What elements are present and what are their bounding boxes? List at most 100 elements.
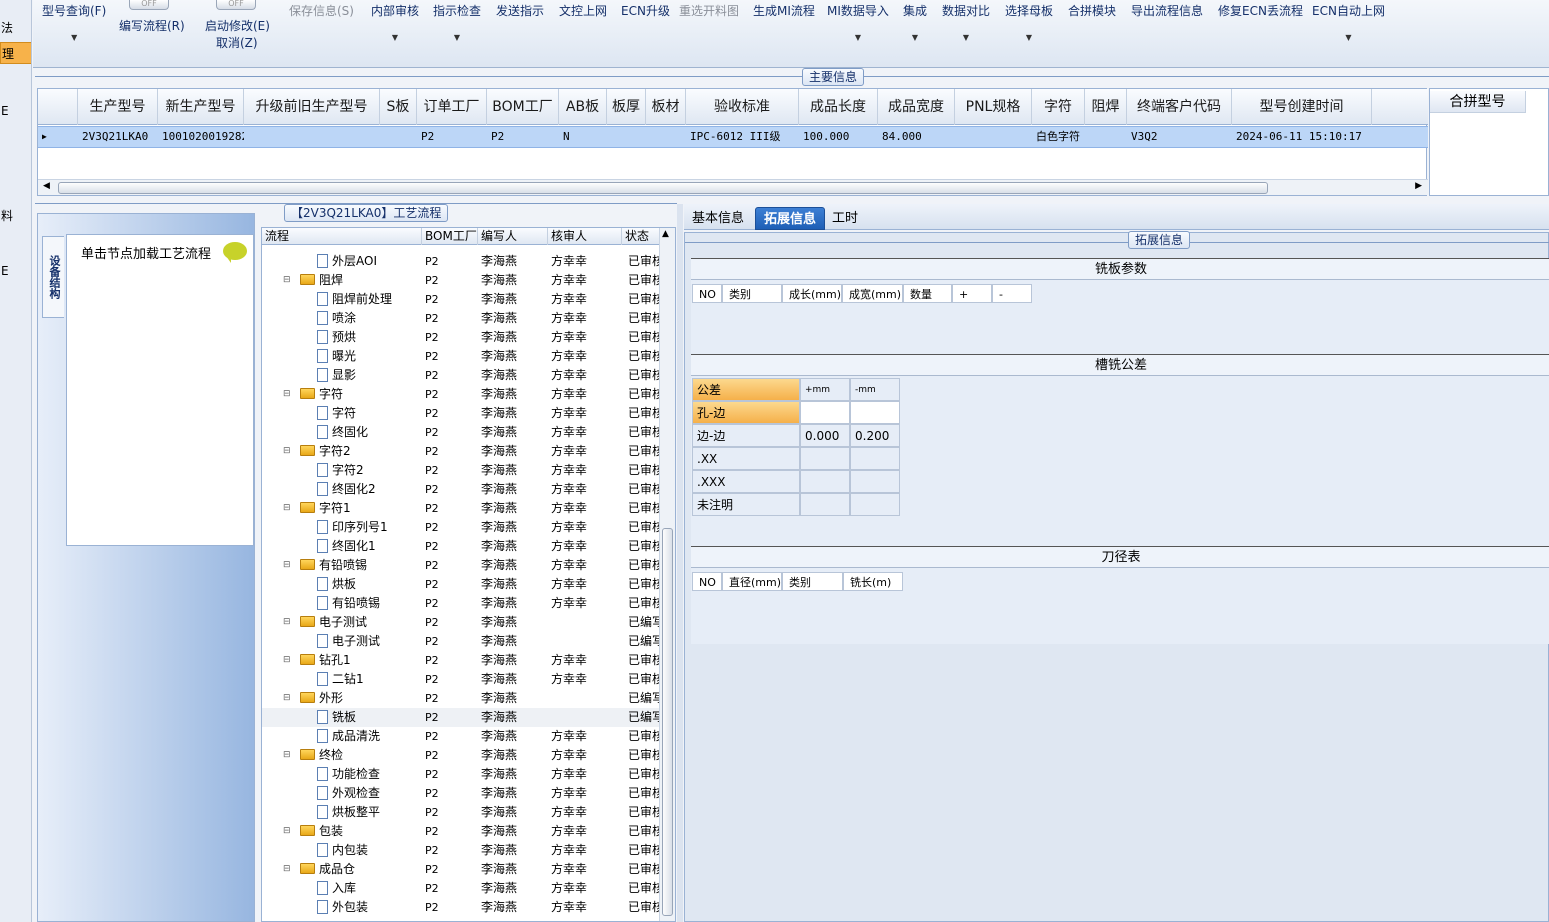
model-query-button[interactable]: 型号查询(F) ▼: [42, 2, 106, 42]
tree-row[interactable]: ⊟ 终检 P2 李海燕 方幸幸 已审核: [262, 746, 660, 765]
tree-column-header[interactable]: 核审人: [548, 228, 622, 245]
instruction-check-button[interactable]: 指示检查 ▼: [433, 2, 481, 42]
tree-row[interactable]: 预烘 P2 李海燕 方幸幸 已审核: [262, 328, 660, 347]
tree-row[interactable]: 外包装 P2 李海燕 方幸幸 已审核: [262, 898, 660, 917]
column-header[interactable]: 升级前旧生产型号: [244, 89, 380, 125]
tree-row[interactable]: ⊟ 外形 P2 李海燕 已编写: [262, 689, 660, 708]
tolerance-value[interactable]: 0.200: [850, 424, 900, 447]
column-header[interactable]: 成品长度: [799, 89, 878, 125]
tree-row[interactable]: 外层AOI P2 李海燕 方幸幸 已审核: [262, 252, 660, 271]
column-header[interactable]: 订单工厂: [417, 89, 487, 125]
scrollbar-thumb[interactable]: [58, 182, 1268, 194]
tools-column-header[interactable]: 直径(mm): [722, 572, 782, 591]
mill-column-header[interactable]: 数量: [903, 284, 952, 303]
cancel-button[interactable]: 取消(Z): [216, 34, 258, 51]
tree-row[interactable]: 成品清洗 P2 李海燕 方幸幸 已审核: [262, 727, 660, 746]
export-flow-button[interactable]: 导出流程信息: [1131, 2, 1203, 19]
column-header[interactable]: BOM工厂: [487, 89, 559, 125]
tree-row[interactable]: 外观检查 P2 李海燕 方幸幸 已审核: [262, 784, 660, 803]
tolerance-value[interactable]: [850, 401, 900, 424]
tolerance-value[interactable]: [800, 401, 850, 424]
collapse-icon[interactable]: ⊟: [283, 385, 291, 404]
tab-ext-info[interactable]: 拓展信息: [755, 207, 826, 230]
column-header[interactable]: 板材: [646, 89, 686, 125]
tree-row[interactable]: 烘板整平 P2 李海燕 方幸幸 已审核: [262, 803, 660, 822]
send-instruction-button[interactable]: 发送指示: [496, 2, 544, 19]
column-header[interactable]: 阻焊: [1085, 89, 1127, 125]
horizontal-scrollbar[interactable]: ◀ ▶: [38, 179, 1428, 195]
tree-row[interactable]: 二钻1 P2 李海燕 方幸幸 已审核: [262, 670, 660, 689]
tree-row[interactable]: ⊟ 字符 P2 李海燕 方幸幸 已审核: [262, 385, 660, 404]
column-header[interactable]: 验收标准: [686, 89, 799, 125]
tree-column-header[interactable]: 状态: [622, 228, 660, 245]
tree-row[interactable]: 烘板 P2 李海燕 方幸幸 已审核: [262, 575, 660, 594]
splitter[interactable]: [677, 204, 683, 922]
mi-import-button[interactable]: MI数据导入 ▼: [827, 2, 889, 42]
tree-row[interactable]: 有铅喷锡 P2 李海燕 方幸幸 已审核: [262, 594, 660, 613]
tab-work-hours[interactable]: 工时: [824, 207, 866, 230]
tree-row[interactable]: 终固化2 P2 李海燕 方幸幸 已审核: [262, 480, 660, 499]
tree-row[interactable]: 阻焊前处理 P2 李海燕 方幸幸 已审核: [262, 290, 660, 309]
mill-column-header[interactable]: -: [992, 284, 1032, 303]
ecn-upgrade-button[interactable]: ECN升级: [621, 2, 670, 19]
collapse-icon[interactable]: ⊟: [283, 442, 291, 461]
fix-ecn-button[interactable]: 修复ECN丢流程: [1218, 2, 1303, 19]
tolerance-value[interactable]: [850, 493, 900, 516]
column-header[interactable]: 板厚: [607, 89, 646, 125]
tree-row[interactable]: ⊟ 阻焊 P2 李海燕 方幸幸 已审核: [262, 271, 660, 290]
collapse-icon[interactable]: ⊟: [283, 613, 291, 632]
tree-column-header[interactable]: 编写人: [478, 228, 548, 245]
tree-row[interactable]: ⊟ 成品仓 P2 李海燕 方幸幸 已审核: [262, 860, 660, 879]
save-info-button[interactable]: 保存信息(S): [289, 2, 354, 19]
collapse-icon[interactable]: ⊟: [283, 746, 291, 765]
column-header[interactable]: 生产型号: [78, 89, 158, 125]
scrollbar-thumb[interactable]: [662, 528, 673, 916]
arrow-left-icon[interactable]: ◀: [43, 181, 50, 191]
column-header[interactable]: 终端客户代码: [1127, 89, 1232, 125]
tree-row[interactable]: ⊟ 钻孔1 P2 李海燕 方幸幸 已审核: [262, 651, 660, 670]
data-compare-button[interactable]: 数据对比 ▼: [942, 2, 990, 42]
tree-column-header[interactable]: 流程: [262, 228, 422, 245]
internal-review-button[interactable]: 内部审核 ▼: [371, 2, 419, 42]
collapse-icon[interactable]: ⊟: [283, 822, 291, 841]
tolerance-value[interactable]: [850, 447, 900, 470]
ecn-auto-button[interactable]: ECN自动上网 ▼: [1312, 2, 1385, 42]
tree-row[interactable]: ⊟ 包装 P2 李海燕 方幸幸 已审核: [262, 822, 660, 841]
tolerance-value[interactable]: [800, 493, 850, 516]
generate-mi-button[interactable]: 生成MI流程: [753, 2, 815, 19]
tree-row[interactable]: 喷涂 P2 李海燕 方幸幸 已审核: [262, 309, 660, 328]
arrow-up-icon[interactable]: ▲: [662, 229, 669, 239]
tree-row[interactable]: ⊟ 电子测试 P2 李海燕 已编写: [262, 613, 660, 632]
mill-column-header[interactable]: NO: [692, 284, 722, 303]
arrow-right-icon[interactable]: ▶: [1415, 181, 1422, 191]
merge-module-button[interactable]: 合拼模块: [1068, 2, 1116, 19]
tree-row[interactable]: ⊟ 字符2 P2 李海燕 方幸幸 已审核: [262, 442, 660, 461]
integrate-button[interactable]: 集成 ▼: [903, 2, 927, 42]
collapse-icon[interactable]: ⊟: [283, 556, 291, 575]
select-mother-button[interactable]: 选择母板 ▼: [1005, 2, 1053, 42]
tools-column-header[interactable]: 铣长(m): [843, 572, 903, 591]
tree-row[interactable]: 曝光 P2 李海燕 方幸幸 已审核: [262, 347, 660, 366]
tab-basic-info[interactable]: 基本信息: [684, 207, 752, 230]
column-header[interactable]: 成品宽度: [878, 89, 955, 125]
start-edit-button[interactable]: 启动修改(E): [205, 17, 270, 34]
left-nav-item-selected[interactable]: 理: [0, 42, 31, 64]
column-header[interactable]: 新生产型号: [158, 89, 244, 125]
tools-column-header[interactable]: NO: [692, 572, 722, 591]
tree-row[interactable]: 铣板 P2 李海燕 已编写: [262, 708, 660, 727]
tree-row[interactable]: ⊟ 有铅喷锡 P2 李海燕 方幸幸 已审核: [262, 556, 660, 575]
column-header[interactable]: PNL规格: [955, 89, 1032, 125]
write-flow-toggle[interactable]: OFF: [129, 0, 169, 10]
vertical-tab-equipment[interactable]: 设备结构: [42, 236, 64, 318]
collapse-icon[interactable]: ⊟: [283, 271, 291, 290]
tolerance-value[interactable]: [850, 470, 900, 493]
doc-online-button[interactable]: 文控上网: [559, 2, 607, 19]
column-header[interactable]: 型号创建时间: [1232, 89, 1372, 125]
write-flow-button[interactable]: 编写流程(R): [119, 17, 185, 34]
mill-column-header[interactable]: 类别: [722, 284, 782, 303]
tree-row[interactable]: 显影 P2 李海燕 方幸幸 已审核: [262, 366, 660, 385]
collapse-icon[interactable]: ⊟: [283, 499, 291, 518]
tree-row[interactable]: 字符2 P2 李海燕 方幸幸 已审核: [262, 461, 660, 480]
column-header[interactable]: 字符: [1032, 89, 1085, 125]
collapse-icon[interactable]: ⊟: [283, 651, 291, 670]
